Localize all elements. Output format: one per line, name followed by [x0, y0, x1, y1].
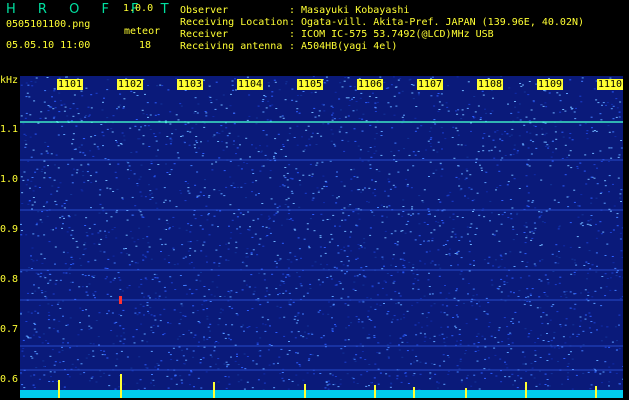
x-tick-label: 1106: [357, 79, 384, 90]
observer-label: Observer: [180, 5, 229, 16]
receiver-value: : ICOM IC-575 53.7492(@LCD)MHz USB: [289, 29, 494, 40]
antenna-label: Receiving antenna: [180, 41, 283, 52]
x-tick-label: 1110: [597, 79, 624, 90]
antenna-value: : A504HB(yagi 4el): [289, 41, 398, 52]
y-tick-label: 0.8: [0, 274, 19, 285]
location-value: : Ogata-vill. Akita-Pref. JAPAN (139.96E…: [289, 17, 585, 28]
meteor-count: 18: [139, 40, 152, 51]
location-label: Receiving Location: [180, 17, 289, 28]
y-tick-label: 1.1: [0, 124, 19, 135]
observer-value: : Masayuki Kobayashi: [289, 5, 410, 16]
y-tick-label: 1.0: [0, 174, 19, 185]
x-tick-label: 1109: [537, 79, 564, 90]
spectrogram: [20, 76, 623, 398]
x-tick-label: 1107: [417, 79, 444, 90]
receiver-label: Receiver: [180, 29, 229, 40]
y-tick-label: 0.7: [0, 324, 19, 335]
x-tick-label: 1105: [297, 79, 324, 90]
y-axis-unit: kHz: [0, 75, 19, 86]
app-version: 1.0.0: [123, 3, 154, 14]
timestamp: 05.05.10 11:00: [6, 40, 91, 51]
x-tick-label: 1102: [117, 79, 144, 90]
y-tick-label: 0.6: [0, 374, 19, 385]
x-tick-label: 1104: [237, 79, 264, 90]
meteor-label: meteor: [124, 26, 161, 37]
spectrogram-canvas: [20, 76, 623, 398]
x-tick-label: 1103: [177, 79, 204, 90]
header-panel: H R O F F T 1.0.0 0505101100.png meteor …: [0, 0, 629, 75]
y-tick-label: 0.9: [0, 224, 19, 235]
x-tick-label: 1101: [57, 79, 84, 90]
x-tick-label: 1108: [477, 79, 504, 90]
image-filename: 0505101100.png: [6, 19, 91, 30]
